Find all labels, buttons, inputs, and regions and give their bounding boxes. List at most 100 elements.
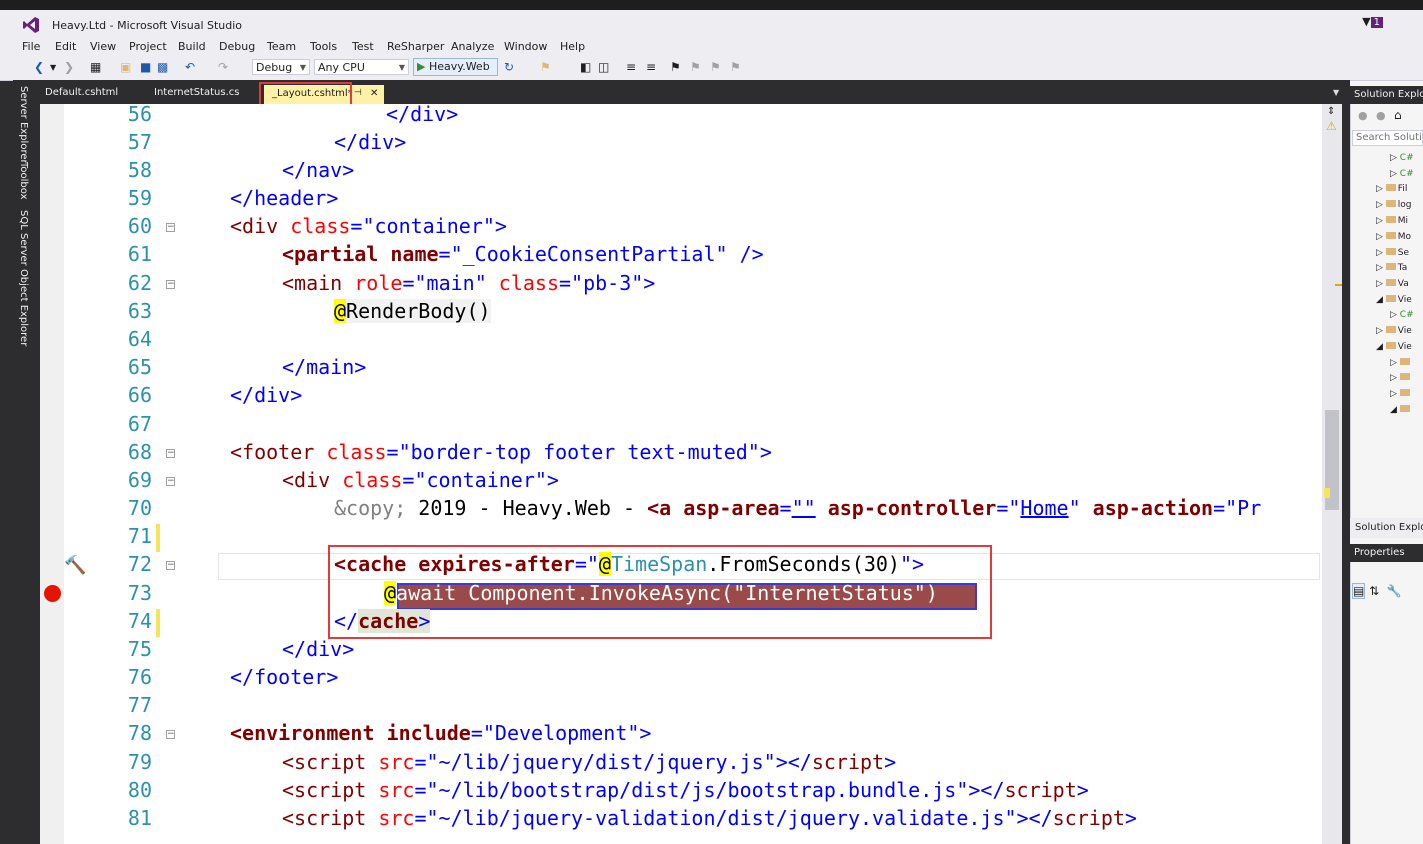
glyph-margin[interactable] [40,104,64,844]
tree-item[interactable]: ▷ Ta [1376,263,1407,273]
menu-window[interactable]: Window [504,40,547,53]
server-explorer-tab[interactable]: Server Explorer [18,86,29,164]
menu-analyze[interactable]: Analyze [451,40,494,53]
back-icon[interactable]: ● [1358,109,1368,122]
tree-item[interactable]: ▷ [1390,358,1412,368]
tree-item[interactable]: ◢ Vie [1376,295,1412,305]
split-icon[interactable]: ⇕ [1327,106,1335,117]
collapse-icon[interactable]: − [166,730,175,739]
code-line-56[interactable]: 56 </div> [64,102,1320,130]
collapse-icon[interactable]: − [166,280,175,289]
menu-debug[interactable]: Debug [219,40,255,53]
redo-icon[interactable]: ↷ [218,60,228,74]
save-icon[interactable]: ■ [140,60,151,74]
categorized-icon[interactable]: ▤ [1352,583,1366,599]
tab-default-cshtml[interactable]: Default.cshtml [45,87,118,98]
code-line-63[interactable]: 63 @RenderBody() [64,299,1320,327]
forward-icon[interactable]: ❯ [64,60,74,74]
close-icon[interactable]: ✕ [370,88,378,99]
collapse-icon[interactable]: − [166,561,175,570]
collapse-icon[interactable]: − [166,223,175,232]
tree-item[interactable]: ▷ Mi [1376,216,1408,226]
tree-item[interactable]: ▷ C# [1390,310,1414,320]
home-icon[interactable]: ⌂ [1394,108,1402,122]
find-icon[interactable]: ⚑ [540,60,551,74]
alphabetical-icon[interactable]: ⇅ [1369,584,1379,598]
code-line-79[interactable]: 79 <script src="~/lib/jquery/dist/jquery.… [64,750,1320,778]
code-line-75[interactable]: 75 </div> [64,637,1320,665]
bookmark-icon[interactable]: ⚑ [670,60,681,74]
tree-item[interactable]: ▷ Fil [1376,184,1407,194]
outdent-icon[interactable]: ≡ [646,60,656,74]
back-icon[interactable]: ❮ [34,60,44,74]
tree-item[interactable]: ▷ Mo [1376,232,1411,242]
code-line-77[interactable]: 77 [64,693,1320,721]
indent-icon[interactable]: ≡ [626,60,636,74]
code-line-81[interactable]: 81 <script src="~/lib/jquery-validation/d… [64,806,1320,834]
solution-explorer-tab[interactable]: Solution Explorer [1350,518,1423,538]
tree-item[interactable]: ▷ Va [1376,279,1409,289]
tree-item[interactable]: ▷ Se [1376,248,1409,258]
code-line-78[interactable]: 78 − <environment include="Development"> [64,721,1320,749]
dropdown-icon[interactable]: ▼ [50,63,56,72]
code-line-57[interactable]: 57 </div> [64,130,1320,158]
menu-tools[interactable]: Tools [310,40,337,53]
menu-resharper[interactable]: ReSharper [387,40,444,53]
clear-bookmarks-icon[interactable]: ⚑ [730,60,741,74]
code-line-62[interactable]: 62 − <main role="main" class="pb-3"> [64,271,1320,299]
refresh-icon[interactable]: ↻ [504,60,514,74]
code-line-65[interactable]: 65 </main> [64,355,1320,383]
start-debugging-button[interactable]: ▶ Heavy.Web [413,58,498,76]
properties-title[interactable]: Properties [1350,544,1423,562]
code-line-61[interactable]: 61 <partial name="_CookieConsentPartial" … [64,242,1320,270]
tree-item[interactable]: ◢ Vie [1376,342,1412,352]
collapse-icon[interactable]: − [166,477,175,486]
code-line-67[interactable]: 67 [64,412,1320,440]
breakpoint-icon[interactable] [44,585,61,602]
code-line-59[interactable]: 59 </header> [64,186,1320,214]
tree-item[interactable]: ▷ log [1376,200,1412,210]
platform-select[interactable]: Any CPU ▼ [314,59,409,75]
menu-edit[interactable]: Edit [55,40,76,53]
menu-view[interactable]: View [90,40,116,53]
code-line-60[interactable]: 60 − <div class="container"> [64,214,1320,242]
code-line-58[interactable]: 58 </nav> [64,158,1320,186]
new-project-icon[interactable]: ▦ [90,60,101,74]
menu-project[interactable]: Project [129,40,167,53]
tab-overflow-dropdown-icon[interactable]: ▼ [1333,88,1339,97]
pin-icon[interactable]: ⊣ [354,88,362,98]
code-line-70[interactable]: 70 &copy; 2019 - Heavy.Web - <a asp-area=… [64,496,1320,524]
configuration-select[interactable]: Debug ▼ [252,59,310,75]
open-file-icon[interactable]: ▣ [120,60,131,74]
code-line-76[interactable]: 76 </footer> [64,665,1320,693]
next-bookmark-icon[interactable]: ⚑ [710,60,721,74]
menu-build[interactable]: Build [178,40,206,53]
menu-test[interactable]: Test [352,40,374,53]
warning-icon[interactable]: ⚠ [1326,119,1337,133]
wrench-icon[interactable]: 🔧 [1387,584,1402,598]
save-all-icon[interactable]: ▩ [157,60,168,74]
solution-explorer-title[interactable]: Solution Explorer [1350,86,1423,104]
tree-item[interactable]: ▷ C# [1390,153,1414,163]
tree-item[interactable]: ▷ [1390,373,1412,383]
tree-item[interactable]: ▷ [1390,389,1412,399]
solution-search-input[interactable]: Search Solution Explorer [1352,130,1423,146]
code-line-64[interactable]: 64 [64,327,1320,355]
tab-internetstatus-cs[interactable]: InternetStatus.cs [154,87,239,98]
toolbox-tab[interactable]: Toolbox [18,162,29,200]
code-line-69[interactable]: 69 − <div class="container"> [64,468,1320,496]
layout-icon[interactable]: ◧ [580,60,591,74]
code-line-80[interactable]: 80 <script src="~/lib/bootstrap/dist/js/b… [64,778,1320,806]
code-line-66[interactable]: 66 </div> [64,383,1320,411]
layout-icon-2[interactable]: ◫ [598,60,609,74]
menu-team[interactable]: Team [267,40,296,53]
menu-help[interactable]: Help [560,40,585,53]
undo-icon[interactable]: ↶ [185,60,195,74]
tree-item[interactable]: ◢ [1390,405,1412,415]
prev-bookmark-icon[interactable]: ⚑ [690,60,701,74]
notifications[interactable]: ▼ 1 [1362,15,1383,28]
menu-file[interactable]: File [22,40,40,53]
tree-item[interactable]: ▷ Vie [1376,326,1412,336]
tree-item[interactable]: ▷ C# [1390,169,1414,179]
code-line-68[interactable]: 68 − <footer class="border-top footer text… [64,440,1320,468]
